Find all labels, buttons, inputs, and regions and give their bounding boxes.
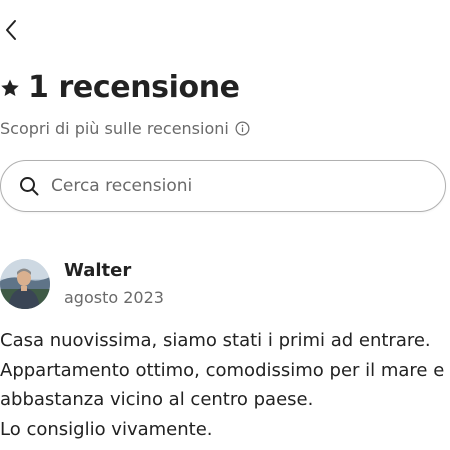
star-icon (1, 79, 19, 96)
review-date: agosto 2023 (64, 288, 164, 307)
learn-more-link[interactable]: Scopri di più sulle recensioni (0, 119, 250, 138)
review-author-block: Walter agosto 2023 (0, 258, 164, 310)
review-text-line: Lo consiglio vivamente. (0, 418, 213, 440)
review-text-line: Casa nuovissima, siamo stati i primi ad … (0, 330, 431, 351)
chevron-left-icon (6, 20, 16, 40)
info-icon (235, 121, 250, 136)
avatar-photo (0, 259, 50, 309)
page-title: 1 recensione (0, 70, 240, 105)
search-reviews-field[interactable]: Cerca recensioni (0, 160, 446, 212)
review-text-line: Appartamento ottimo, comodissimo per il … (0, 359, 445, 381)
author-info: Walter agosto 2023 (64, 258, 164, 310)
search-input[interactable]: Cerca recensioni (51, 176, 192, 196)
review-text: Casa nuovissima, siamo stati i primi ad … (0, 326, 448, 444)
review-text-line: abbastanza vicino al centro paese. (0, 389, 314, 410)
learn-more-text: Scopri di più sulle recensioni (0, 119, 229, 138)
avatar[interactable] (0, 259, 50, 309)
search-icon (20, 177, 39, 196)
author-name: Walter (64, 260, 132, 281)
back-button[interactable] (0, 16, 22, 44)
review-count-title: 1 recensione (28, 70, 240, 105)
